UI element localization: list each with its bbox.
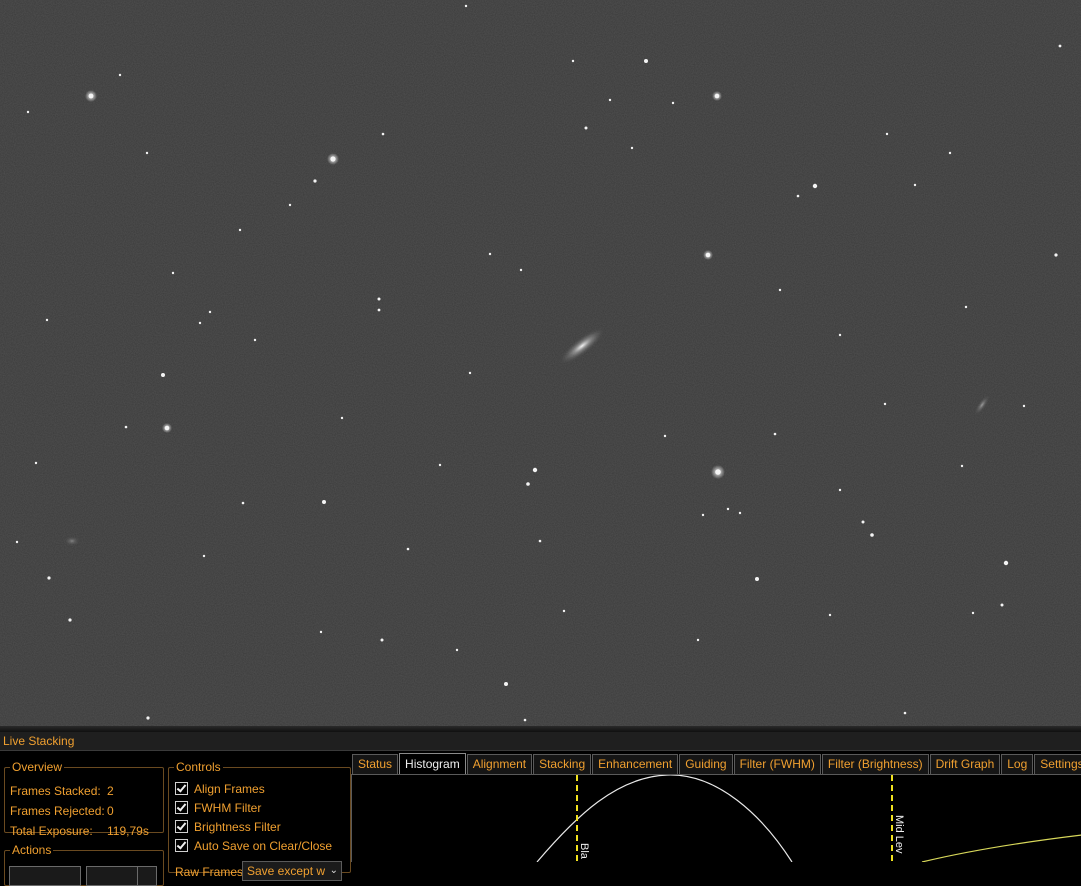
live-stacking-panel: Live Stacking Overview Frames Stacked: 2…: [0, 732, 1081, 886]
histogram-curve: [536, 775, 793, 862]
total-exposure-row: Total Exposure: 119,79s: [10, 824, 149, 838]
frames-rejected-value: 0: [107, 804, 114, 818]
tab-filter-brightness[interactable]: Filter (Brightness): [821, 754, 929, 774]
fwhm-filter-label: FWHM Filter: [194, 801, 262, 815]
mid-marker-label: Mid Lev: [893, 815, 905, 854]
checkbox-checked-icon[interactable]: [175, 801, 188, 814]
tab-settings[interactable]: Settings: [1034, 754, 1081, 774]
raw-frames-select[interactable]: Save except w ⌄: [242, 861, 342, 881]
auto-save-label: Auto Save on Clear/Close: [194, 839, 333, 853]
overview-group: Overview Frames Stacked: 2 Frames Reject…: [4, 760, 164, 838]
tab-guiding[interactable]: Guiding: [679, 754, 733, 774]
controls-legend: Controls: [176, 760, 221, 774]
tab-log[interactable]: Log: [1001, 754, 1034, 774]
checkbox-checked-icon[interactable]: [175, 820, 188, 833]
tab-status[interactable]: Status: [352, 754, 399, 774]
action-button-3[interactable]: [137, 866, 157, 886]
total-exposure-label: Total Exposure:: [10, 824, 93, 838]
stacked-image-viewport[interactable]: [0, 0, 1081, 726]
fwhm-filter-checkbox[interactable]: FWHM Filter: [175, 800, 261, 816]
align-frames-checkbox[interactable]: Align Frames: [175, 781, 265, 797]
frames-rejected-label: Frames Rejected:: [10, 804, 105, 818]
brightness-filter-label: Brightness Filter: [194, 820, 281, 834]
actions-group: Actions: [4, 844, 164, 886]
auto-save-checkbox[interactable]: Auto Save on Clear/Close: [175, 838, 332, 854]
star-field: [0, 0, 1081, 726]
brightness-filter-checkbox[interactable]: Brightness Filter: [175, 819, 281, 835]
transfer-curve: [921, 834, 1081, 862]
total-exposure-value: 119,79s: [107, 824, 149, 838]
action-button-1[interactable]: [9, 866, 81, 886]
checkbox-checked-icon[interactable]: [175, 782, 188, 795]
black-marker-label: Bla: [578, 843, 590, 859]
raw-frames-value: Save except w: [247, 864, 326, 878]
controls-group: Controls Align Frames FWHM Filter Bright…: [168, 760, 351, 881]
raw-frames-label: Raw Frames: [175, 865, 244, 879]
action-button-2[interactable]: [86, 866, 138, 886]
align-frames-label: Align Frames: [194, 782, 265, 796]
actions-legend: Actions: [12, 843, 52, 857]
panel-title: Live Stacking: [0, 732, 1081, 751]
checkbox-checked-icon[interactable]: [175, 839, 188, 852]
frames-rejected-row: Frames Rejected: 0: [10, 804, 114, 818]
tab-histogram[interactable]: Histogram: [399, 753, 466, 775]
tab-bar: Status Histogram Alignment Stacking Enha…: [352, 753, 1081, 775]
frames-stacked-value: 2: [107, 784, 114, 798]
chevron-down-icon[interactable]: ⌄: [330, 862, 338, 880]
histogram-graph: [536, 775, 1081, 862]
frames-stacked-label: Frames Stacked:: [10, 784, 101, 798]
tab-enhancement[interactable]: Enhancement: [592, 754, 679, 774]
tab-drift-graph[interactable]: Drift Graph: [929, 754, 1001, 774]
overview-legend: Overview: [12, 760, 63, 774]
histogram-plot[interactable]: Bla Mid Lev: [351, 774, 1081, 862]
tab-filter-fwhm[interactable]: Filter (FWHM): [733, 754, 821, 774]
tab-alignment[interactable]: Alignment: [466, 754, 533, 774]
frames-stacked-row: Frames Stacked: 2: [10, 784, 114, 798]
tab-stacking[interactable]: Stacking: [533, 754, 592, 774]
